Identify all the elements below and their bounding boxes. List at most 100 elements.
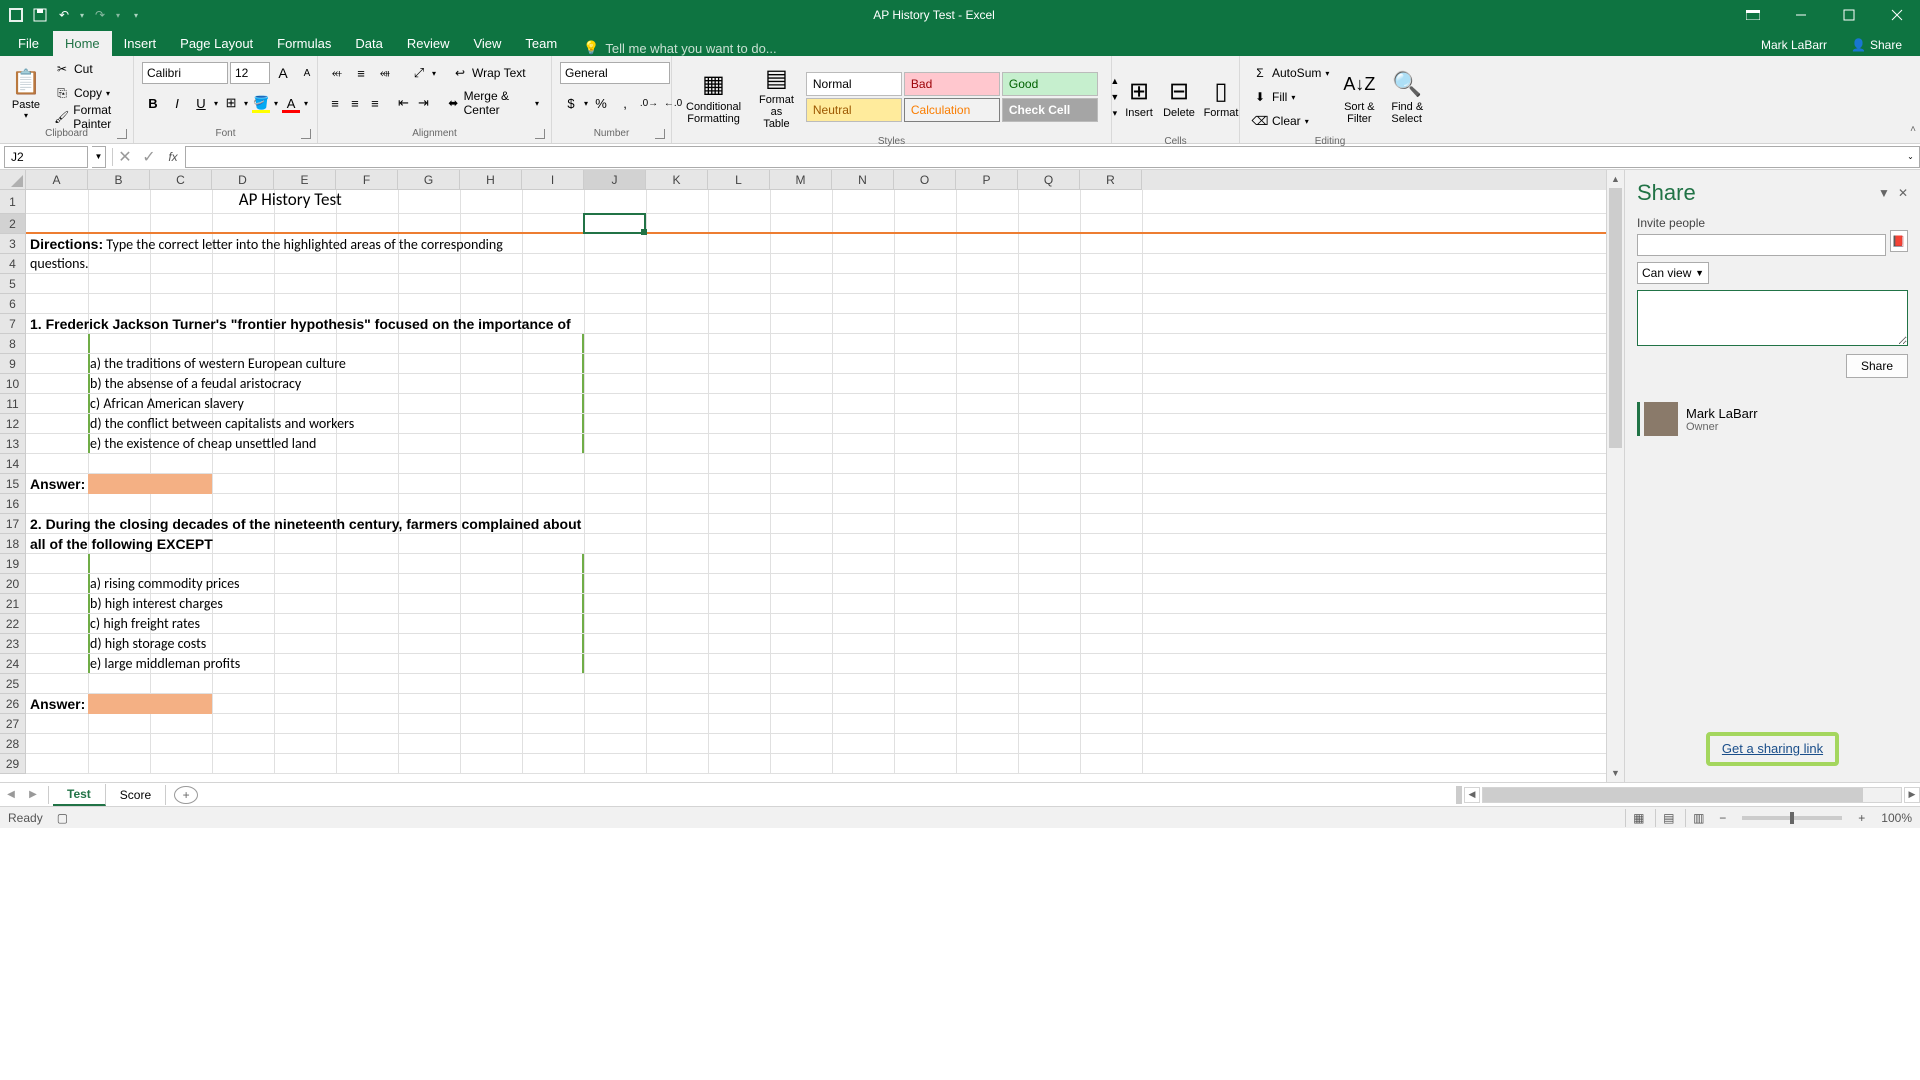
hscroll-left-icon[interactable]: ◀: [1464, 787, 1480, 803]
zoom-level[interactable]: 100%: [1881, 811, 1912, 825]
cell-grid[interactable]: 1AP History Test23Directions: Type the c…: [0, 190, 1606, 782]
sheet-tab-test[interactable]: Test: [53, 784, 106, 806]
message-input[interactable]: [1637, 290, 1908, 346]
col-header-M[interactable]: M: [770, 170, 832, 190]
tab-formulas[interactable]: Formulas: [265, 31, 343, 56]
scroll-down-icon[interactable]: ▼: [1607, 764, 1624, 782]
tab-team[interactable]: Team: [513, 31, 569, 56]
font-color-button[interactable]: A: [280, 92, 302, 114]
view-page-break-icon[interactable]: ▥: [1685, 809, 1711, 827]
row-header-23[interactable]: 23: [0, 634, 26, 654]
vertical-scrollbar[interactable]: ▲ ▼: [1606, 170, 1624, 782]
cancel-formula-icon[interactable]: ✕: [113, 146, 137, 168]
accounting-format-icon[interactable]: $: [560, 92, 582, 114]
wrap-text-button[interactable]: ↩Wrap Text: [448, 62, 530, 84]
merge-center-button[interactable]: ⬌Merge & Center▾: [443, 92, 543, 114]
view-normal-icon[interactable]: ▦: [1625, 809, 1651, 827]
font-name-select[interactable]: [142, 62, 228, 84]
permission-select[interactable]: Can view▼: [1637, 262, 1709, 284]
enter-formula-icon[interactable]: ✓: [137, 146, 161, 168]
row-header-5[interactable]: 5: [0, 274, 26, 294]
find-select-button[interactable]: 🔍Find & Select: [1385, 62, 1429, 132]
hscroll-split[interactable]: [1456, 786, 1462, 804]
align-center-icon[interactable]: ≡: [346, 92, 364, 114]
tab-home[interactable]: Home: [53, 31, 112, 56]
col-header-H[interactable]: H: [460, 170, 522, 190]
col-header-E[interactable]: E: [274, 170, 336, 190]
increase-font-icon[interactable]: A: [272, 62, 294, 84]
fill-color-button[interactable]: 🪣: [250, 92, 272, 114]
tab-data[interactable]: Data: [343, 31, 394, 56]
insert-function-icon[interactable]: fx: [161, 146, 185, 168]
address-book-icon[interactable]: 📕: [1890, 230, 1909, 252]
col-header-Q[interactable]: Q: [1018, 170, 1080, 190]
decrease-indent-icon[interactable]: ⇤: [394, 92, 412, 114]
row-header-3[interactable]: 3: [0, 234, 26, 254]
col-header-F[interactable]: F: [336, 170, 398, 190]
comma-format-icon[interactable]: ,: [614, 92, 636, 114]
sort-filter-button[interactable]: A↓ZSort & Filter: [1337, 62, 1381, 132]
row-header-29[interactable]: 29: [0, 754, 26, 774]
underline-button[interactable]: U: [190, 92, 212, 114]
font-size-select[interactable]: [230, 62, 270, 84]
row-header-26[interactable]: 26: [0, 694, 26, 714]
vscroll-thumb[interactable]: [1609, 188, 1622, 448]
increase-decimal-icon[interactable]: .0→: [638, 92, 660, 114]
border-button[interactable]: ⊞: [220, 92, 242, 114]
cut-button[interactable]: ✂Cut: [50, 58, 129, 80]
maximize-icon[interactable]: [1826, 0, 1872, 30]
col-header-G[interactable]: G: [398, 170, 460, 190]
tab-view[interactable]: View: [461, 31, 513, 56]
row-header-27[interactable]: 27: [0, 714, 26, 734]
shared-person[interactable]: Mark LaBarr Owner: [1637, 402, 1908, 436]
ribbon-display-icon[interactable]: [1730, 0, 1776, 30]
row-header-9[interactable]: 9: [0, 354, 26, 374]
scroll-up-icon[interactable]: ▲: [1607, 170, 1624, 188]
get-sharing-link[interactable]: Get a sharing link: [1712, 735, 1833, 762]
format-as-table-button[interactable]: ▤ Format as Table: [753, 62, 800, 132]
col-header-L[interactable]: L: [708, 170, 770, 190]
col-header-R[interactable]: R: [1080, 170, 1142, 190]
col-header-O[interactable]: O: [894, 170, 956, 190]
sheet-tab-score[interactable]: Score: [106, 785, 166, 805]
signed-in-user[interactable]: Mark LaBarr: [1761, 38, 1827, 52]
align-right-icon[interactable]: ≡: [366, 92, 384, 114]
select-all-button[interactable]: [0, 170, 26, 190]
style-bad[interactable]: Bad: [904, 72, 1000, 96]
style-good[interactable]: Good: [1002, 72, 1098, 96]
paste-button[interactable]: 📋 Paste ▾: [4, 58, 48, 128]
redo-icon[interactable]: ↷: [92, 7, 108, 23]
decrease-font-icon[interactable]: A: [296, 62, 318, 84]
row-header-2[interactable]: 2: [0, 214, 26, 234]
horizontal-scrollbar[interactable]: [1482, 787, 1902, 803]
row-header-11[interactable]: 11: [0, 394, 26, 414]
italic-button[interactable]: I: [166, 92, 188, 114]
format-cells-button[interactable]: ▯Format: [1200, 62, 1242, 132]
share-button-top[interactable]: 👤 Share: [1841, 34, 1912, 56]
tab-page-layout[interactable]: Page Layout: [168, 31, 265, 56]
row-header-12[interactable]: 12: [0, 414, 26, 434]
conditional-formatting-button[interactable]: ▦ Conditional Formatting: [680, 62, 747, 132]
bold-button[interactable]: B: [142, 92, 164, 114]
row-header-19[interactable]: 19: [0, 554, 26, 574]
col-header-J[interactable]: J: [584, 170, 646, 190]
expand-formula-bar-icon[interactable]: ⌄: [1902, 146, 1920, 168]
row-header-10[interactable]: 10: [0, 374, 26, 394]
file-tab[interactable]: File: [4, 31, 53, 56]
invite-people-input[interactable]: [1637, 234, 1886, 256]
name-box-dropdown[interactable]: ▼: [92, 146, 106, 168]
share-button[interactable]: Share: [1846, 354, 1908, 378]
cell-styles-gallery[interactable]: Normal Bad Good Neutral Calculation Chec…: [806, 72, 1098, 122]
col-header-B[interactable]: B: [88, 170, 150, 190]
hscroll-thumb[interactable]: [1483, 788, 1863, 802]
align-left-icon[interactable]: ≡: [326, 92, 344, 114]
style-calculation[interactable]: Calculation: [904, 98, 1000, 122]
number-format-select[interactable]: [560, 62, 670, 84]
tab-insert[interactable]: Insert: [112, 31, 169, 56]
style-normal[interactable]: Normal: [806, 72, 902, 96]
delete-cells-button[interactable]: ⊟Delete: [1160, 62, 1198, 132]
tell-me[interactable]: 💡 Tell me what you want to do...: [583, 40, 776, 56]
row-header-24[interactable]: 24: [0, 654, 26, 674]
zoom-slider[interactable]: [1742, 816, 1842, 820]
row-header-1[interactable]: 1: [0, 190, 26, 214]
